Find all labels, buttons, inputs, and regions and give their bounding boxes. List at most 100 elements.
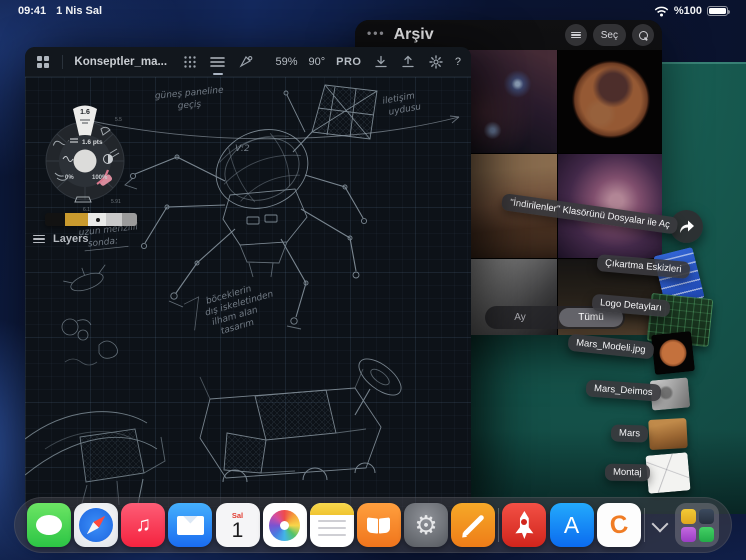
- flower-icon: [269, 509, 301, 541]
- battery-percent: %100: [673, 5, 702, 17]
- swatch-white-selected[interactable]: [88, 213, 106, 226]
- window-menu-button[interactable]: •••: [367, 26, 386, 40]
- file-thumb-mars-model[interactable]: [651, 331, 695, 375]
- dock-app-notes[interactable]: [309, 503, 354, 547]
- music-note-icon: [135, 513, 151, 537]
- swatch-gold[interactable]: [65, 213, 88, 226]
- search-button[interactable]: [632, 24, 654, 46]
- crayon-icon: [610, 511, 628, 540]
- layers-toggle[interactable]: Layers: [33, 233, 88, 245]
- status-date: 1 Nis Sal: [56, 5, 102, 17]
- drawing-canvas[interactable]: güneş paneline geçiş iletişim uydusu V:2…: [25, 77, 471, 512]
- status-time: 09:41: [18, 5, 47, 17]
- document-title[interactable]: Konseptler_ma...: [74, 56, 167, 68]
- import-icon: [375, 55, 387, 67]
- svg-text:5.5: 5.5: [115, 117, 122, 123]
- export-button[interactable]: [400, 53, 416, 71]
- settings-button[interactable]: [427, 53, 443, 71]
- ipad-screen: 09:41 1 Nis Sal %100 ••• Arşiv Seç Ay Tü…: [0, 0, 746, 560]
- svg-text:güneş paneline: güneş paneline: [154, 86, 224, 102]
- swatch-gray[interactable]: [122, 213, 137, 226]
- gear-icon: [428, 54, 443, 69]
- dock-divider: [498, 508, 500, 542]
- archive-title: Arşiv: [393, 26, 434, 43]
- status-bar: 09:41 1 Nis Sal %100: [0, 0, 746, 22]
- layers-icon: [33, 233, 45, 245]
- segment-month[interactable]: Ay: [485, 312, 555, 323]
- envelope-icon: [176, 515, 204, 535]
- appstore-icon: [564, 512, 579, 539]
- dock-app-messages[interactable]: [27, 503, 71, 547]
- concepts-toolbar: Konseptler_ma... 59% 90° PRO ?: [25, 47, 471, 77]
- dock-collapse-button[interactable]: [648, 513, 672, 537]
- color-swatch-bar[interactable]: [45, 213, 137, 226]
- dock-app-photos[interactable]: [262, 503, 307, 547]
- toolbar-divider: [62, 54, 64, 69]
- search-icon: [638, 30, 648, 40]
- dock-app-safari[interactable]: [74, 503, 119, 547]
- wifi-icon: [654, 6, 669, 16]
- opacity-max: 100%: [92, 175, 108, 181]
- annotation-design-note: böceklerin dış iskeletinden ilham alan t…: [183, 284, 275, 337]
- export-icon: [402, 55, 414, 67]
- layers-panel-button[interactable]: [210, 53, 226, 75]
- layers-label: Layers: [53, 233, 89, 245]
- rover-sketch: [199, 358, 402, 483]
- photo-mars-planet[interactable]: [558, 50, 662, 153]
- archive-header: ••• Arşiv Seç: [355, 20, 662, 50]
- pen-icon: [461, 513, 485, 537]
- stroke-size-value: 1.6 pts: [82, 139, 103, 146]
- view-options-button[interactable]: [564, 24, 587, 46]
- open-book-icon: [367, 516, 391, 534]
- dock-app-library[interactable]: [675, 503, 719, 547]
- dock-app-books[interactable]: [356, 503, 401, 547]
- dock-app-concepts[interactable]: [451, 503, 496, 547]
- file-thumb-mars[interactable]: [648, 418, 688, 450]
- dock-app-appstore[interactable]: [549, 503, 594, 547]
- compass-icon: [79, 508, 114, 542]
- pro-badge[interactable]: PRO: [336, 56, 361, 68]
- share-forward-icon: [680, 220, 694, 233]
- precision-grid-button[interactable]: [182, 53, 198, 71]
- canvas-rotation[interactable]: 90°: [309, 56, 326, 68]
- svg-text:5.91: 5.91: [111, 199, 121, 205]
- svg-text:geçiş: geçiş: [177, 100, 201, 112]
- app-library-tile: [680, 508, 696, 524]
- dock-app-rocket[interactable]: [502, 503, 547, 547]
- concepts-window: Konseptler_ma... 59% 90° PRO ? güneş pan…: [25, 47, 471, 512]
- dock: Sal 1: [14, 497, 732, 553]
- dock-app-settings[interactable]: [404, 503, 448, 547]
- pod-sketches: [61, 264, 118, 366]
- zoom-level[interactable]: 59%: [275, 56, 297, 68]
- tool-wheel-center[interactable]: [73, 149, 97, 173]
- stroke-tool-button[interactable]: [237, 53, 253, 71]
- dock-divider: [643, 508, 645, 542]
- dock-app-music[interactable]: [121, 503, 166, 547]
- dock-app-calendar[interactable]: Sal 1: [215, 503, 260, 547]
- selected-tool-size: 1.6: [80, 109, 90, 116]
- help-button[interactable]: ?: [455, 56, 461, 68]
- chat-bubble-icon: [36, 515, 62, 535]
- annotation-satellite-note: iletişim uydusu: [382, 91, 422, 118]
- file-label-montaj[interactable]: Montaj: [604, 463, 650, 482]
- dock-app-crayon[interactable]: [596, 503, 641, 547]
- swatch-light-gray[interactable]: [106, 213, 122, 226]
- opacity-min: 0%: [65, 175, 74, 181]
- pen-nib-icon: [239, 55, 253, 68]
- select-button[interactable]: Seç: [592, 24, 626, 46]
- app-library-tile: [698, 508, 714, 524]
- app-menu-button[interactable]: [35, 53, 51, 71]
- app-library-tile: [698, 526, 714, 542]
- stacked-lines-icon: [210, 56, 226, 67]
- tool-wheel[interactable]: 1.6 5.5 5.91 6.1 1.6 pts 0% 100%: [37, 99, 137, 222]
- file-thumb-montaj[interactable]: [645, 452, 691, 494]
- dock-app-mail[interactable]: [168, 503, 213, 547]
- grid-dots-icon: [184, 55, 196, 68]
- swatch-black[interactable]: [45, 213, 65, 226]
- battery-icon: [707, 6, 730, 16]
- import-button[interactable]: [372, 53, 388, 71]
- rocket-icon: [515, 511, 534, 539]
- app-library-tile: [680, 526, 696, 542]
- file-label-mars[interactable]: Mars: [610, 424, 649, 443]
- notes-icon: [309, 503, 354, 515]
